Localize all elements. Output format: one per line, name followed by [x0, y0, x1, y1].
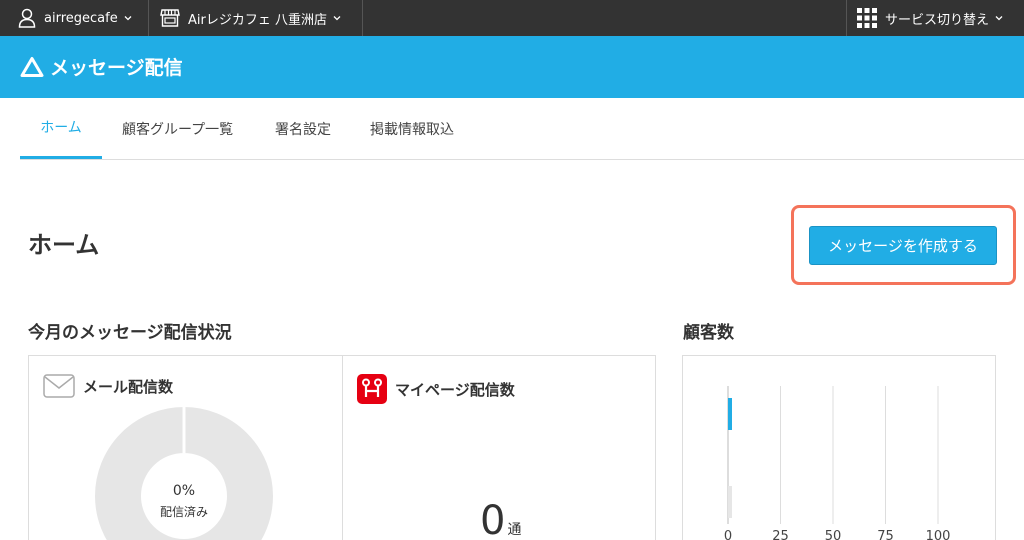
mypage-count: 0 通: [480, 498, 521, 540]
store-name: Airレジカフェ 八重洲店: [188, 12, 327, 28]
x-tick-label: 100: [926, 529, 951, 540]
chart-bar: [728, 486, 732, 518]
customers-section-title: 顧客数: [683, 323, 734, 343]
mypage-icon: [357, 374, 387, 404]
status-section-title: 今月のメッセージ配信状況: [28, 323, 232, 343]
customers-chart-card: 0 25 50 75 100: [682, 355, 996, 540]
mail-stats-card: メール配信数 0% 配信済み: [28, 355, 343, 540]
x-tick-label: 50: [825, 529, 842, 540]
global-topbar: airregecafe Airレジカフェ 八重洲店 サービス切り替え: [0, 0, 1024, 36]
chevron-down-icon: [995, 16, 1003, 21]
app-header: メッセージ配信: [0, 36, 1024, 98]
tab-import-listing[interactable]: 掲載情報取込: [370, 98, 454, 159]
chart-bar: [728, 398, 732, 430]
create-message-button[interactable]: メッセージを作成する: [809, 226, 997, 265]
donut-center-label: 0% 配信済み: [134, 483, 234, 520]
customers-bar-chart: 0 25 50 75 100: [724, 386, 951, 540]
chevron-down-icon: [333, 16, 341, 21]
x-tick-label: 75: [877, 529, 894, 540]
service-switch-menu[interactable]: サービス切り替え: [857, 0, 1003, 36]
topbar-divider: [148, 0, 149, 36]
app-title: メッセージ配信: [50, 57, 183, 79]
topbar-divider: [846, 0, 847, 36]
mail-delivered-label: 配信済み: [159, 505, 208, 519]
account-name: airregecafe: [44, 10, 118, 26]
x-tick-label: 25: [772, 529, 789, 540]
person-icon: [18, 8, 36, 28]
chevron-down-icon: [124, 16, 132, 21]
airregi-logo-icon: [20, 56, 44, 77]
mail-delivered-percent: 0%: [172, 483, 196, 499]
page-title: ホーム: [28, 231, 100, 259]
tab-customer-groups[interactable]: 顧客グループ一覧: [122, 98, 233, 159]
account-menu[interactable]: airregecafe: [18, 0, 132, 36]
service-switch-label: サービス切り替え: [885, 12, 990, 28]
topbar-divider: [362, 0, 363, 36]
x-tick-label: 0: [724, 529, 732, 540]
mypage-count-unit: 通: [507, 522, 522, 538]
mypage-card-header: マイページ配信数: [357, 374, 515, 404]
nav-tabs: ホーム 顧客グループ一覧 署名設定 掲載情報取込: [20, 98, 1024, 160]
tab-home[interactable]: ホーム: [20, 98, 102, 159]
store-menu[interactable]: Airレジカフェ 八重洲店: [160, 0, 341, 36]
tab-signature-settings[interactable]: 署名設定: [275, 98, 331, 159]
grid-icon: [857, 8, 877, 28]
store-icon: [160, 9, 180, 27]
app-logo[interactable]: メッセージ配信: [20, 53, 183, 80]
mypage-count-value: 0: [480, 498, 506, 540]
mypage-card-title: マイページ配信数: [395, 380, 515, 399]
